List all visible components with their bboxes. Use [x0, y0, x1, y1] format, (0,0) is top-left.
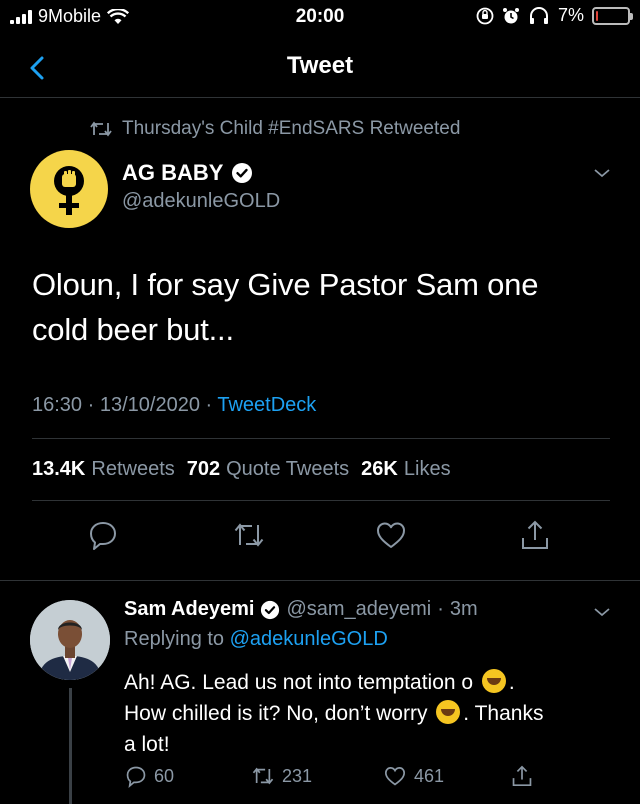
thread-line [69, 688, 72, 804]
author-name[interactable]: AG BABY [122, 160, 253, 186]
reply-text: Ah! AG. Lead us not into temptation o . … [124, 667, 614, 760]
retweet-context[interactable]: Thursday's Child #EndSARS Retweeted [90, 118, 460, 140]
verified-badge-icon [231, 162, 253, 184]
tweet-meta: 16:30 · 13/10/2020 · TweetDeck [32, 394, 316, 417]
like-button[interactable]: 461 [382, 764, 444, 788]
reply-text-line: How chilled is it? No, don’t worry . Tha… [124, 698, 614, 729]
retweet-count: 231 [282, 765, 313, 786]
avatar[interactable] [30, 150, 108, 228]
replying-to: Replying to @adekunleGOLD [124, 628, 388, 651]
tweet-actions [0, 518, 640, 558]
likes-stat[interactable]: 26K Likes [361, 458, 450, 481]
likes-count: 26K [361, 458, 398, 480]
retweets-count: 13.4K [32, 458, 86, 480]
battery-percent: 7% [557, 5, 584, 25]
meta-separator: · [205, 394, 218, 416]
battery-icon [592, 6, 633, 25]
reply-time-ago: 3m [449, 598, 478, 620]
reply-icon[interactable] [86, 518, 120, 552]
reply-text-segment: Ah! AG. Lead us not into temptation o [124, 671, 474, 694]
chevron-down-icon[interactable] [592, 166, 612, 180]
author-handle[interactable]: @adekunleGOLD [122, 190, 280, 213]
rolling-laughing-emoji-icon [481, 669, 506, 693]
replying-label: Replying to [124, 628, 225, 650]
tweet-text-line: Oloun, I for say Give Pastor Sam one [32, 267, 539, 302]
heart-icon[interactable] [374, 518, 408, 552]
battery-level [596, 10, 598, 21]
tweet-source-link[interactable]: TweetDeck [217, 394, 316, 416]
retweet-icon[interactable] [232, 518, 266, 552]
reply-avatar[interactable] [30, 600, 110, 680]
reply-author-name: Sam Adeyemi [124, 598, 255, 620]
reply-count: 60 [154, 765, 175, 786]
reply-text-segment: . [508, 671, 515, 694]
reply-icon [124, 764, 148, 788]
author-name-text: AG BABY [122, 160, 224, 185]
page-title: Tweet [286, 52, 354, 79]
headphones-icon [528, 6, 550, 25]
reply-header[interactable]: Sam Adeyemi @sam_adeyemi · 3m [124, 598, 478, 621]
retweet-button[interactable]: 231 [250, 764, 312, 788]
heart-icon [382, 764, 408, 788]
meta-separator: · [87, 394, 100, 416]
reply-actions: 60 231 461 [124, 764, 604, 794]
tweet-text-line: cold beer but... [32, 312, 234, 347]
tweet-date: 13/10/2020 [99, 394, 200, 416]
alarm-icon [502, 7, 520, 25]
share-icon[interactable] [518, 518, 552, 552]
reply-text-segment: . Thanks [463, 702, 544, 725]
quotes-count: 702 [186, 458, 221, 480]
share-button[interactable] [510, 764, 534, 788]
retweets-stat[interactable]: 13.4K Retweets [32, 458, 175, 481]
divider [0, 580, 640, 581]
reply-author-handle: @sam_adeyemi [286, 598, 432, 620]
rolling-laughing-emoji-icon [436, 700, 461, 724]
retweet-icon [250, 764, 276, 788]
tweet-text: Oloun, I for say Give Pastor Sam one col… [32, 262, 592, 352]
reply-text-segment: How chilled is it? No, don’t worry [124, 702, 428, 725]
meta-separator: · [437, 598, 444, 620]
reply-text-line: a lot! [124, 733, 170, 756]
replying-to-link[interactable]: @adekunleGOLD [230, 628, 388, 650]
divider [32, 500, 610, 501]
share-icon [510, 764, 534, 788]
rotation-lock-icon [476, 7, 494, 25]
chevron-down-icon[interactable] [592, 605, 612, 619]
retweet-context-text: Thursday's Child #EndSARS Retweeted [122, 118, 461, 139]
tweet-time: 16:30 [32, 394, 83, 416]
quotes-stat[interactable]: 702 Quote Tweets [187, 458, 349, 481]
likes-label: Likes [403, 458, 451, 480]
retweet-icon [90, 121, 112, 137]
like-count: 461 [414, 765, 445, 786]
tweet-stats: 13.4K Retweets 702 Quote Tweets 26K Likes [32, 458, 451, 481]
person-avatar-icon [30, 600, 110, 680]
reply-text-line: Ah! AG. Lead us not into temptation o . [124, 667, 614, 698]
verified-badge-icon [260, 600, 280, 620]
divider [32, 438, 610, 439]
nav-bar: Tweet [0, 40, 640, 98]
quotes-label: Quote Tweets [226, 458, 350, 480]
fist-venus-logo-icon [54, 166, 84, 215]
status-right: 7% [476, 5, 633, 26]
reply-button[interactable]: 60 [124, 764, 174, 788]
status-bar: 9Mobile 20:00 7% [0, 0, 640, 36]
retweets-label: Retweets [91, 458, 175, 480]
